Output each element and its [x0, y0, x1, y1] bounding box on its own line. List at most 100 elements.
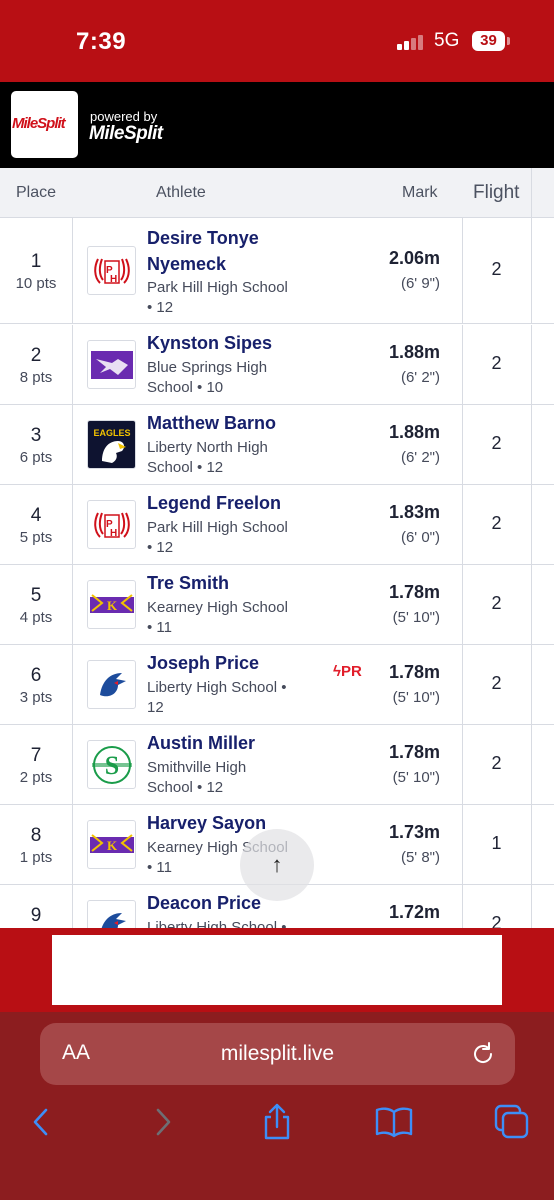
points-label: 10 pts — [15, 275, 57, 292]
school-line1: Park Hill High School — [147, 519, 288, 536]
points-label: 1 pts — [19, 849, 53, 866]
status-time: 7:39 — [76, 28, 127, 55]
table-row[interactable]: 7 2 pts S Austin Miller Smithville High Schoo… — [0, 725, 554, 805]
team-logo-liberty-north[interactable]: EAGLES — [87, 420, 136, 469]
team-logo-park-hill[interactable]: PH — [87, 500, 136, 549]
mark-imperial: (5' 10") — [392, 769, 440, 786]
mark-imperial: (6' 2") — [400, 449, 440, 466]
svg-text:EAGLES: EAGLES — [93, 428, 130, 438]
athlete-name-line1: Kynston Sipes — [147, 333, 273, 353]
athlete-name-line1: Deacon Price — [147, 893, 262, 913]
place-number: 6 — [30, 665, 42, 686]
athlete-name[interactable]: Legend Freelon — [147, 490, 397, 516]
forward-button[interactable] — [142, 1102, 182, 1142]
school-line1: Smithville High — [147, 759, 247, 776]
team-logo-blue-springs[interactable] — [87, 340, 136, 389]
flight-number: 2 — [491, 673, 502, 693]
mark-imperial: (5' 10") — [392, 689, 440, 706]
team-logo-liberty[interactable] — [87, 660, 136, 709]
table-row[interactable]: 4 5 pts P H Legend Freelon Park Hill High Sch… — [0, 485, 554, 565]
school-grade: Smithville High School • 12 — [147, 758, 307, 798]
points-label: 5 pts — [19, 529, 53, 546]
school-line1: Liberty High School • — [147, 679, 287, 696]
team-logo-smithville[interactable]: S — [87, 740, 136, 789]
mark-imperial: (6' 9") — [400, 275, 440, 292]
place-number: 4 — [30, 505, 42, 526]
place-number: 9 — [30, 905, 42, 926]
mark-metric: 1.88m — [388, 342, 440, 362]
points-label: 6 pts — [19, 449, 53, 466]
school-grade: Blue Springs High School • 10 — [147, 358, 307, 398]
ad-banner[interactable] — [52, 935, 502, 1005]
points-label: 4 pts — [19, 609, 53, 626]
svg-text:K: K — [107, 598, 118, 613]
mark-metric: 1.78m — [388, 742, 440, 762]
flight-number: 1 — [491, 833, 502, 853]
athlete-name-line1: Matthew Barno — [147, 413, 277, 433]
pr-label: PR — [340, 663, 362, 680]
ad-area — [0, 928, 554, 1012]
athlete-name-line2: Nyemeck — [147, 254, 227, 274]
flight-number: 2 — [491, 433, 502, 453]
table-header: Place Athlete Mark Flight — [0, 168, 554, 218]
reload-icon[interactable] — [470, 1041, 496, 1067]
logo-text: MileSplit — [12, 115, 66, 132]
header-flight[interactable]: Flight — [473, 182, 519, 204]
athlete-name-line1: Desire Tonye — [147, 228, 259, 248]
back-button[interactable] — [22, 1102, 62, 1142]
flight-number: 2 — [491, 353, 502, 373]
school-grade: Liberty North High School • 12 — [147, 438, 307, 478]
school-line1: Kearney High School — [147, 599, 288, 616]
athlete-name[interactable]: Desire Tonye Nyemeck — [147, 225, 397, 277]
milesplit-logo[interactable]: MileSplit — [11, 91, 78, 158]
tabs-button[interactable] — [492, 1102, 532, 1142]
athlete-name[interactable]: Matthew Barno — [147, 410, 397, 436]
header-mark[interactable]: Mark — [402, 184, 438, 202]
school-line1: Blue Springs High — [147, 359, 268, 376]
powered-by-brand: MileSplit — [89, 123, 163, 144]
athlete-name[interactable]: Tre Smith — [147, 570, 397, 596]
header-place[interactable]: Place — [16, 184, 56, 202]
url-text[interactable]: milesplit.live — [40, 1042, 515, 1066]
results-table: Place Athlete Mark Flight 1 10 pts P H Desir… — [0, 168, 554, 928]
mark-imperial: (5' 10") — [392, 609, 440, 626]
place-number: 2 — [30, 345, 42, 366]
share-button[interactable] — [257, 1102, 297, 1142]
place-number: 5 — [30, 585, 42, 606]
school-grade: Liberty High School • 12 — [147, 678, 307, 718]
team-logo-liberty[interactable] — [87, 900, 136, 928]
powered-by-label: powered by — [90, 109, 158, 124]
athlete-name[interactable]: Austin Miller — [147, 730, 397, 756]
status-bar: 7:39 5G 39 — [0, 0, 554, 82]
team-logo-kearney[interactable]: K — [87, 580, 136, 629]
table-row[interactable]: 5 4 pts K Tre Smith Kearney High School • 11 1… — [0, 565, 554, 645]
mark-metric: 1.88m — [388, 422, 440, 442]
table-row[interactable]: 2 8 pts Kynston Sipes Blue Springs High Scho… — [0, 325, 554, 405]
battery-tip — [507, 37, 510, 45]
browser-chrome: AA milesplit.live — [0, 1012, 554, 1200]
mark-metric: 2.06m — [388, 248, 440, 268]
scroll-to-top-button[interactable]: ↑ — [240, 829, 314, 901]
mark-imperial: (6' 0") — [400, 529, 440, 546]
table-row[interactable]: 1 10 pts P H Desire Tonye Nyemeck Park Hill Hi… — [0, 218, 554, 324]
school-line2: 12 — [147, 699, 164, 716]
place-number: 3 — [30, 425, 42, 446]
athlete-name-line1: Tre Smith — [147, 573, 230, 593]
network-type: 5G — [434, 30, 460, 51]
bookmarks-button[interactable] — [374, 1102, 414, 1142]
lightning-icon: ϟ — [333, 663, 341, 680]
team-logo-park-hill[interactable]: PH — [87, 246, 136, 295]
school-line2: • 12 — [147, 299, 174, 316]
school-line2: School • 10 — [147, 379, 224, 396]
header-athlete[interactable]: Athlete — [156, 184, 206, 202]
athlete-name[interactable]: Kynston Sipes — [147, 330, 397, 356]
table-row[interactable]: 3 6 pts EAGLES Matthew Barno Liberty North H… — [0, 405, 554, 485]
flight-number: 2 — [491, 913, 502, 928]
table-row[interactable]: 6 3 pts Joseph Price Liberty High School • 1… — [0, 645, 554, 725]
flight-number: 2 — [491, 513, 502, 533]
team-logo-kearney[interactable]: K — [87, 820, 136, 869]
signal-strength-icon — [397, 34, 427, 50]
points-label: 3 pts — [19, 689, 53, 706]
address-bar[interactable]: AA milesplit.live — [40, 1023, 515, 1085]
school-line1: Liberty North High — [147, 439, 268, 456]
